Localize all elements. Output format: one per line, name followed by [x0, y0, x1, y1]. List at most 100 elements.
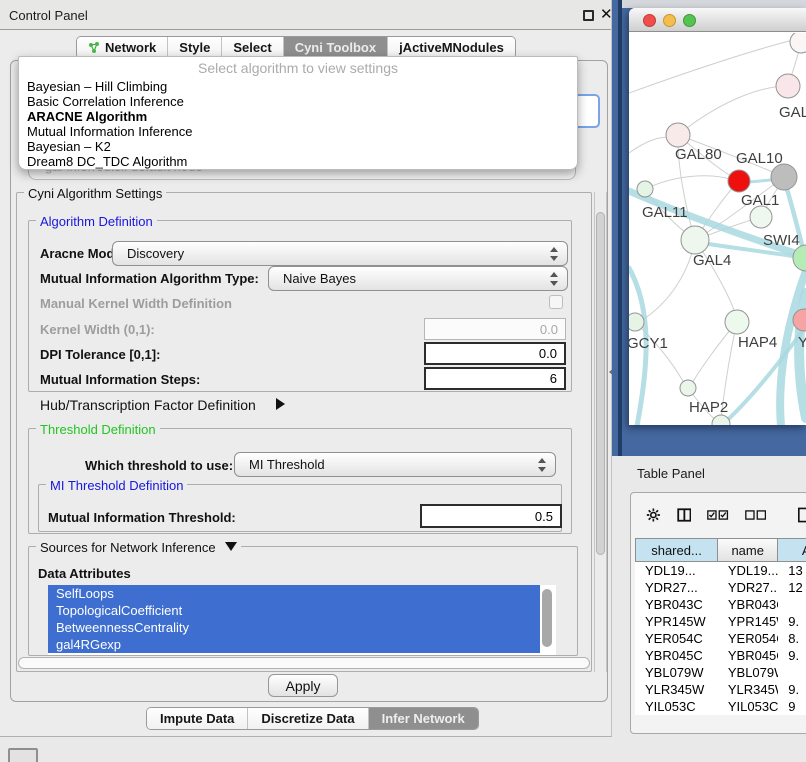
dpi-tolerance-field[interactable]: 0.0: [424, 342, 566, 365]
zoom-traffic-light[interactable]: [683, 14, 696, 27]
tab-label: Style: [179, 40, 210, 55]
tab-network[interactable]: Network: [77, 37, 168, 58]
algorithm-option-basic-correlation-inference[interactable]: Basic Correlation Inference: [19, 94, 577, 109]
table-cell: YDL19...: [718, 562, 778, 579]
column-header-a[interactable]: A: [778, 538, 806, 562]
hub-definition-toggle[interactable]: Hub/Transcription Factor Definition: [40, 397, 256, 413]
settings-scrollbar-thumb[interactable]: [596, 212, 605, 555]
mi-type-combo[interactable]: Naive Bayes: [268, 266, 568, 291]
manual-kernel-label: Manual Kernel Width Definition: [40, 296, 232, 311]
tab-select[interactable]: Select: [222, 37, 283, 58]
data-attribute-item[interactable]: gal4RGexp: [48, 636, 540, 653]
settings-vertical-scrollbar[interactable]: [594, 192, 607, 672]
close-traffic-light[interactable]: [643, 14, 656, 27]
desktop-strip: [618, 0, 806, 8]
table-cell: YBR043C: [635, 596, 718, 613]
tab-style[interactable]: Style: [168, 37, 222, 58]
table-cell: 13: [778, 562, 806, 579]
network-node-hap2[interactable]: [680, 380, 696, 396]
network-canvas[interactable]: GALGAL80GAL10GAL1GAL11SWI4GAL4GCY1HAP4YH…: [629, 33, 806, 425]
network-node-label: GAL11: [642, 204, 688, 221]
table-row[interactable]: YBR045CYBR045C9.: [635, 647, 806, 664]
column-header-name[interactable]: name: [718, 538, 778, 562]
tab-impute-data[interactable]: Impute Data: [147, 708, 248, 729]
gear-icon[interactable]: [646, 506, 661, 524]
settings-horizontal-scrollbar[interactable]: [18, 657, 590, 669]
network-node-gal80[interactable]: [666, 123, 690, 147]
network-node-label: GAL80: [675, 146, 722, 163]
tab-cyni-toolbox[interactable]: Cyni Toolbox: [284, 37, 388, 58]
list-scrollbar-thumb[interactable]: [542, 589, 552, 647]
network-window: GALGAL80GAL10GAL1GAL11SWI4GAL4GCY1HAP4YH…: [629, 8, 806, 425]
control-panel-titlebar: Control Panel ✕: [0, 0, 611, 30]
table-cell: [778, 596, 806, 613]
tab-infer-network[interactable]: Infer Network: [369, 708, 478, 729]
apply-button[interactable]: Apply: [268, 674, 338, 697]
network-node-gal[interactable]: [776, 74, 800, 98]
data-attribute-item[interactable]: SelfLoops: [48, 585, 540, 602]
table-row[interactable]: YPR145WYPR145W9.: [635, 613, 806, 630]
table-row[interactable]: YLR345WYLR345W9.: [635, 681, 806, 698]
tab-label: jActiveMNodules: [399, 40, 504, 55]
select-all-columns-icon[interactable]: [707, 508, 728, 522]
table-row[interactable]: YBL079WYBL079W: [635, 664, 806, 681]
data-attribute-item[interactable]: BetweennessCentrality: [48, 619, 540, 636]
apply-button-label: Apply: [285, 678, 320, 694]
kernel-width-field[interactable]: 0.0: [424, 318, 566, 340]
threshold-definition-title: Threshold Definition: [36, 422, 160, 437]
network-node-gal10[interactable]: [771, 164, 797, 190]
sources-title-text: Sources for Network Inference: [40, 540, 216, 555]
export-table-icon[interactable]: [798, 506, 806, 524]
mi-type-value: Naive Bayes: [283, 271, 356, 286]
minimize-traffic-light[interactable]: [663, 14, 676, 27]
table-row[interactable]: YDR27...YDR27...12: [635, 579, 806, 596]
table-cell: YBL079W: [635, 664, 718, 681]
network-node-gal4[interactable]: [681, 226, 709, 254]
data-attribute-item[interactable]: TopologicalCoefficient: [48, 602, 540, 619]
which-threshold-value: MI Threshold: [249, 457, 325, 472]
close-icon[interactable]: ✕: [600, 5, 613, 23]
network-node-gcy1[interactable]: [629, 313, 644, 331]
network-node-gal1[interactable]: [750, 206, 772, 228]
tab-jactivemnodules[interactable]: jActiveMNodules: [388, 37, 515, 58]
deselect-all-columns-icon[interactable]: [745, 508, 766, 522]
network-node-gal11[interactable]: [637, 181, 653, 197]
app-root: Control Panel ✕ Network Style SelectCyni T…: [0, 0, 806, 762]
table-row[interactable]: YER054CYER054C8.: [635, 630, 806, 647]
network-node[interactable]: [712, 415, 730, 425]
manual-kernel-checkbox[interactable]: [549, 295, 563, 309]
chevron-right-icon[interactable]: [276, 398, 285, 410]
algorithm-option-dream8-dc-tdc-algorithm[interactable]: Dream8 DC_TDC Algorithm: [19, 154, 577, 169]
network-node-label: Y: [798, 334, 806, 351]
table-cell: YBR045C: [718, 647, 778, 664]
tab-discretize-data[interactable]: Discretize Data: [248, 708, 368, 729]
algorithm-option-bayesian-hill-climbing[interactable]: Bayesian – Hill Climbing: [19, 79, 577, 94]
dpi-tolerance-value: 0.0: [539, 346, 557, 361]
table-row[interactable]: YDL19...YDL19...13: [635, 562, 806, 579]
mi-type-label: Mutual Information Algorithm Type:: [40, 271, 259, 286]
which-threshold-label: Which threshold to use:: [85, 458, 233, 473]
network-window-titlebar[interactable]: [629, 8, 806, 32]
settings-group-title: Cyni Algorithm Settings: [24, 186, 166, 201]
float-window-icon[interactable]: [583, 10, 594, 21]
algorithm-option-aracne-algorithm[interactable]: ARACNE Algorithm: [19, 109, 577, 124]
aracne-mode-combo[interactable]: Discovery: [112, 241, 568, 266]
collapse-panel-button[interactable]: [8, 748, 38, 762]
network-node-hap4[interactable]: [725, 310, 749, 334]
data-attributes-list[interactable]: SelfLoopsTopologicalCoefficientBetweenne…: [48, 585, 556, 655]
mi-threshold-field[interactable]: 0.5: [420, 504, 562, 528]
column-header-shared[interactable]: shared...: [635, 538, 718, 562]
mi-steps-field[interactable]: 6: [424, 367, 566, 390]
network-node[interactable]: [790, 33, 806, 53]
sources-group-title[interactable]: Sources for Network Inference: [36, 540, 241, 555]
table-row[interactable]: YIL053CYIL053C9: [635, 698, 806, 715]
which-threshold-combo[interactable]: MI Threshold: [234, 452, 556, 477]
table-cell: YLR345W: [718, 681, 778, 698]
network-node[interactable]: [728, 170, 750, 192]
table-row[interactable]: YBR043CYBR043C: [635, 596, 806, 613]
algorithm-option-bayesian-k2[interactable]: Bayesian – K2: [19, 139, 577, 154]
columns-icon[interactable]: [677, 506, 692, 524]
combo-stepper-icon: [537, 458, 546, 472]
algorithm-option-mutual-information-inference[interactable]: Mutual Information Inference: [19, 124, 577, 139]
network-node-label: GAL10: [736, 150, 783, 167]
